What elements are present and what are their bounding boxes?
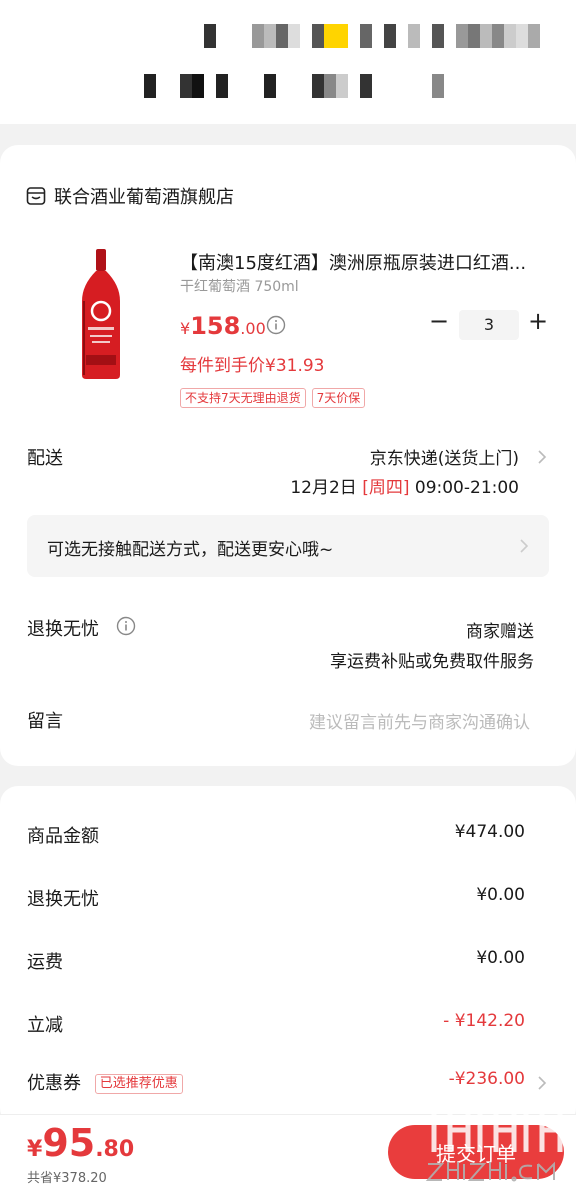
fee-label: 退换无忧	[27, 889, 99, 910]
product-image[interactable]	[70, 245, 132, 383]
coupon-label: 优惠券	[27, 1073, 81, 1094]
fee-label: 运费	[27, 952, 63, 973]
fee-value: - ¥142.20	[443, 1011, 525, 1031]
shop-row[interactable]: 联合酒业葡萄酒旗舰店	[26, 183, 234, 209]
fee-row-coupon[interactable]: 优惠券 已选推荐优惠 -¥236.00	[27, 1069, 525, 1095]
delivery-label: 配送	[27, 448, 63, 469]
total-decimal: .80	[95, 1137, 135, 1162]
fee-row-shipping: 运费 ¥0.00	[27, 948, 525, 974]
contactless-delivery-option[interactable]: 可选无接触配送方式，配送更安心哦~	[27, 515, 549, 577]
saved-amount: 共省¥378.20	[27, 1171, 107, 1186]
worry-free-label: 退换无忧	[27, 619, 99, 640]
message-label: 留言	[27, 711, 63, 732]
fee-row-goods: 商品金额 ¥474.00	[27, 822, 525, 848]
coupon-value: -¥236.00	[448, 1069, 525, 1089]
unit-price: 每件到手价¥31.93	[180, 356, 325, 376]
product-price: ¥ 158 .00	[180, 312, 266, 340]
order-card: 联合酒业葡萄酒旗舰店 【南澳15度红酒】澳洲原瓶原装进口红酒... 干红葡萄酒 …	[0, 145, 576, 766]
watermark-logo	[425, 1107, 563, 1182]
info-icon[interactable]	[266, 315, 286, 335]
chevron-right-icon	[520, 539, 529, 553]
worry-free-service: 享运费补贴或免费取件服务	[330, 652, 534, 672]
chevron-right-icon[interactable]	[537, 449, 547, 465]
total-integer: 95	[42, 1121, 96, 1165]
tag-no-return: 不支持7天无理由退货	[180, 388, 306, 408]
product-title[interactable]: 【南澳15度红酒】澳洲原瓶原装进口红酒...	[180, 249, 552, 275]
fee-value: ¥474.00	[454, 822, 525, 842]
tag-price-protect[interactable]: 7天价保	[311, 388, 366, 408]
delivery-method[interactable]: 京东快递(送货上门)	[370, 444, 519, 469]
quantity-input[interactable]: 3	[459, 310, 519, 340]
coupon-label-wrap: 优惠券 已选推荐优惠	[27, 1069, 183, 1095]
fee-label: 商品金额	[27, 826, 99, 847]
info-icon[interactable]	[116, 616, 136, 636]
obscured-header	[0, 0, 576, 124]
fee-value: ¥0.00	[476, 885, 525, 905]
increase-quantity-button[interactable]: +	[527, 307, 549, 335]
price-decimal: .00	[240, 319, 266, 338]
message-input[interactable]: 建议留言前先与商家沟通确认	[309, 708, 530, 733]
fee-label: 立减	[27, 1015, 63, 1036]
price-currency: ¥	[180, 319, 191, 338]
delivery-date: 12月2日	[290, 478, 357, 498]
shop-name: 联合酒业葡萄酒旗舰店	[54, 187, 234, 208]
product-tags: 不支持7天无理由退货 7天价保	[180, 388, 366, 408]
delivery-window: 09:00-21:00	[414, 478, 519, 498]
fee-row-discount: 立减 - ¥142.20	[27, 1011, 525, 1037]
fee-value: ¥0.00	[476, 948, 525, 968]
product-spec: 干红葡萄酒 750ml	[180, 279, 299, 295]
price-integer: 158	[190, 312, 241, 340]
total-currency: ¥	[27, 1137, 43, 1162]
delivery-time[interactable]: 12月2日 [周四] 09:00-21:00	[290, 473, 519, 498]
decrease-quantity-button[interactable]: −	[428, 307, 450, 335]
fee-summary-card: 商品金额 ¥474.00 退换无忧 ¥0.00 运费 ¥0.00 立减 - ¥1…	[0, 786, 576, 1126]
chevron-right-icon[interactable]	[537, 1075, 547, 1091]
fee-row-worry-free: 退换无忧 ¥0.00	[27, 885, 525, 911]
store-icon	[26, 187, 46, 205]
contactless-text: 可选无接触配送方式，配送更安心哦~	[47, 540, 334, 560]
total-price: ¥ 95 .80	[27, 1121, 134, 1165]
coupon-tag: 已选推荐优惠	[94, 1074, 183, 1094]
worry-free-gift: 商家赠送	[466, 622, 534, 642]
delivery-weekday: [周四]	[362, 478, 410, 498]
